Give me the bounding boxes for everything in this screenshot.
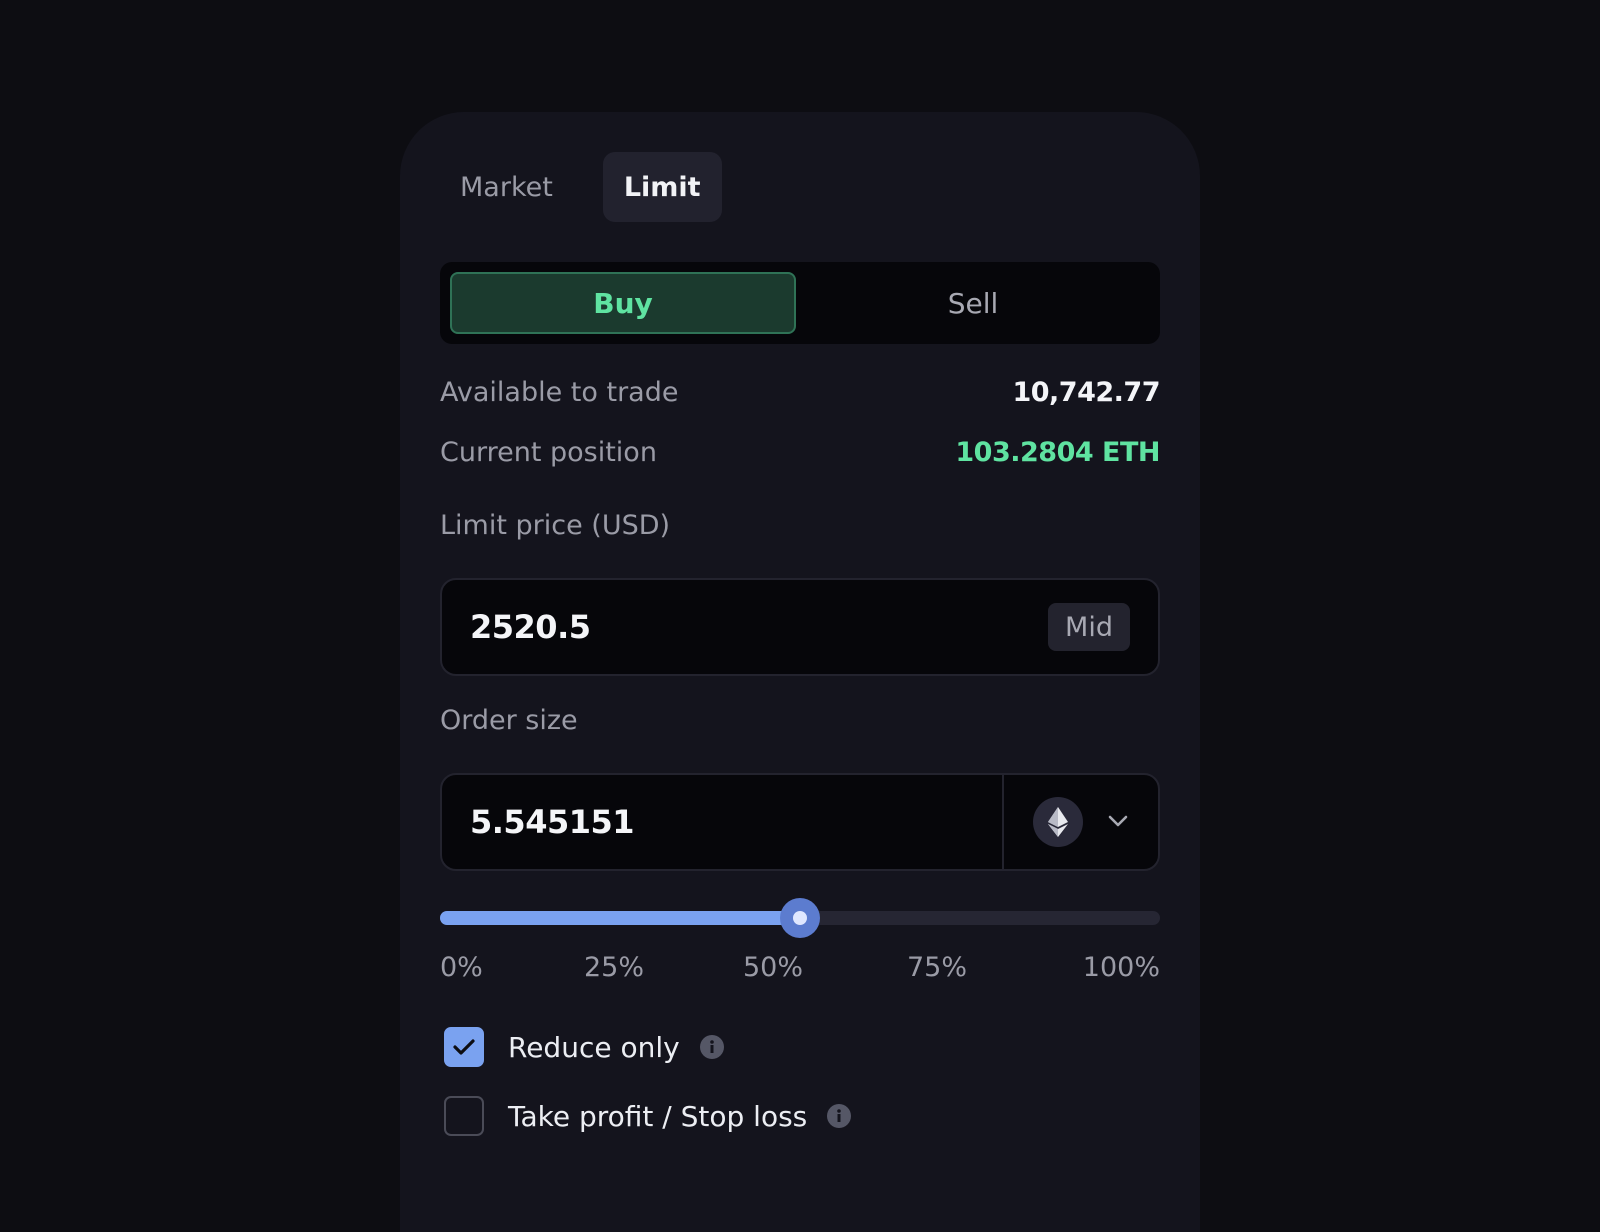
eth-icon — [1033, 797, 1083, 847]
tpsl-checkbox[interactable] — [444, 1096, 484, 1136]
tick-label[interactable]: 100% — [1083, 952, 1160, 983]
order-size-slider[interactable] — [440, 898, 1160, 938]
buy-button[interactable]: Buy — [450, 272, 796, 334]
reduce-only-checkbox[interactable] — [444, 1027, 484, 1067]
order-type-tabs: Market Limit — [440, 152, 722, 222]
tpsl-option: Take profit / Stop loss — [444, 1096, 852, 1136]
order-size-field — [440, 773, 1160, 871]
tick-label[interactable]: 75% — [907, 952, 967, 983]
tick-label[interactable]: 50% — [743, 952, 803, 983]
asset-selector[interactable] — [1002, 775, 1158, 869]
mid-price-button[interactable]: Mid — [1048, 603, 1130, 651]
tick-label[interactable]: 25% — [584, 952, 644, 983]
tab-market[interactable]: Market — [440, 152, 573, 222]
limit-price-field: Mid — [440, 578, 1160, 676]
info-icon[interactable] — [827, 1104, 852, 1128]
limit-price-input[interactable] — [442, 580, 1048, 674]
current-position-row: Current position 103.2804 ETH — [440, 437, 1160, 468]
buy-sell-toggle: Buy Sell — [440, 262, 1160, 344]
slider-thumb[interactable] — [780, 898, 820, 938]
position-label: Current position — [440, 437, 657, 468]
checkmark-icon — [453, 1039, 475, 1055]
slider-fill — [440, 911, 800, 925]
info-icon[interactable] — [699, 1035, 724, 1059]
tab-limit[interactable]: Limit — [602, 152, 722, 222]
reduce-only-label[interactable]: Reduce only — [508, 1031, 680, 1064]
order-size-input[interactable] — [442, 775, 1002, 869]
order-size-label: Order size — [440, 705, 578, 736]
position-value: 103.2804 ETH — [955, 437, 1160, 468]
sell-button[interactable]: Sell — [796, 272, 1150, 334]
tick-label[interactable]: 0% — [440, 952, 483, 983]
chevron-down-icon — [1107, 813, 1129, 832]
reduce-only-option: Reduce only — [444, 1027, 724, 1067]
tpsl-label[interactable]: Take profit / Stop loss — [508, 1100, 807, 1133]
slider-ticks: 0% 25% 50% 75% 100% — [440, 952, 1160, 992]
order-panel: Market Limit Buy Sell Available to trade… — [400, 112, 1200, 1232]
available-value: 10,742.77 — [1012, 377, 1160, 408]
limit-price-label: Limit price (USD) — [440, 510, 671, 541]
available-to-trade-row: Available to trade 10,742.77 — [440, 377, 1160, 408]
available-label: Available to trade — [440, 377, 679, 408]
